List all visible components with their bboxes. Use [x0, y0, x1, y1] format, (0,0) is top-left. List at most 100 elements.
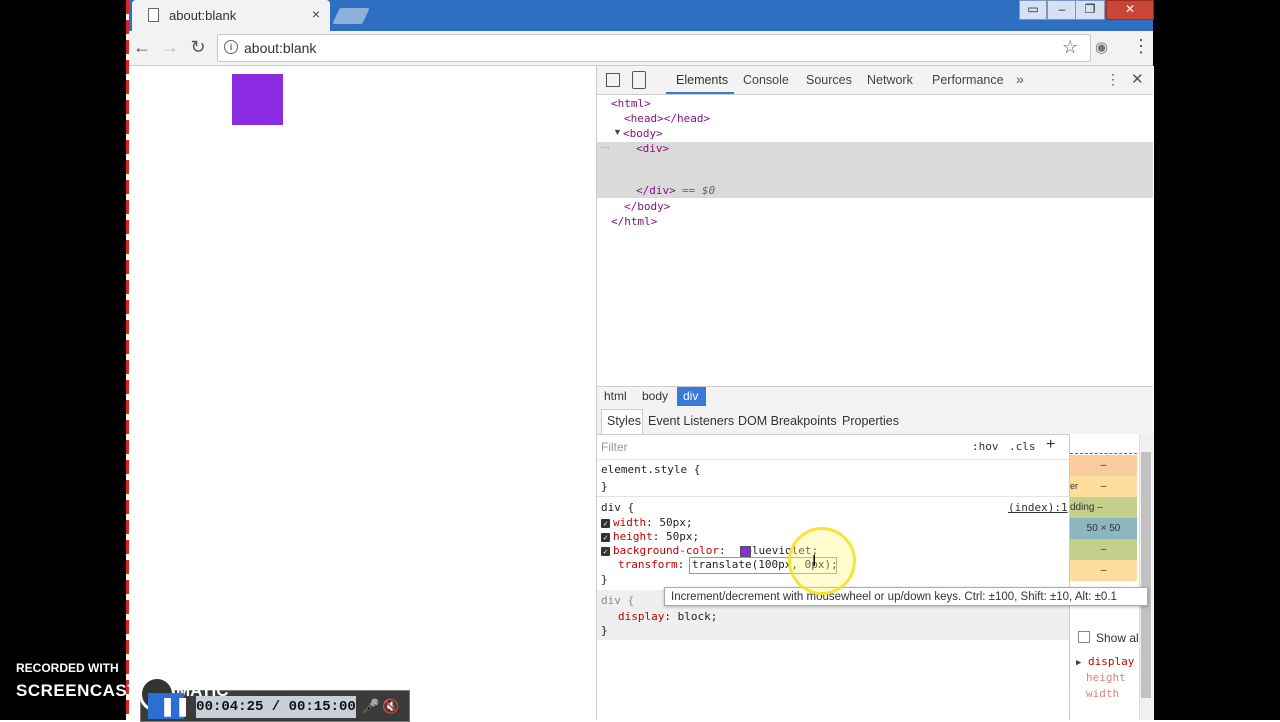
computed-display[interactable]: ▶ display	[1076, 655, 1134, 668]
show-all-checkbox[interactable]	[1078, 631, 1090, 643]
ua-rule-selector: div {	[601, 594, 635, 607]
devtools-menu-icon[interactable]: ⋮	[1106, 71, 1120, 88]
prop-checkbox[interactable]: ✓	[601, 533, 610, 542]
pause-icon[interactable]: ❚❚	[160, 696, 190, 717]
info-icon[interactable]: i	[224, 40, 238, 54]
show-all-label: Show al	[1096, 631, 1139, 645]
prop-name: display	[618, 610, 665, 623]
dom-html-open[interactable]: <html>	[611, 97, 651, 110]
devtools-close-icon[interactable]: ✕	[1131, 70, 1144, 88]
microphone-icon[interactable]: 🎤	[362, 698, 379, 715]
screencast-logo-text: SCREENCAST	[16, 681, 139, 700]
node-actions-ellipsis[interactable]: ···	[600, 142, 610, 153]
prop-name[interactable]: width	[613, 516, 646, 529]
forward-icon[interactable]: →	[159, 36, 181, 58]
dom-div-open[interactable]: <div>	[636, 142, 669, 155]
prop-name[interactable]: height	[613, 530, 653, 543]
prop-checkbox[interactable]: ✓	[601, 547, 610, 556]
tab-elements[interactable]: Elements	[676, 73, 728, 87]
box-model-border-label: er	[1070, 481, 1079, 491]
camera-icon[interactable]: ◉	[1095, 38, 1108, 56]
tooltip: Increment/decrement with mousewheel or u…	[664, 587, 1148, 606]
expand-triangle-icon[interactable]: ▶	[1076, 658, 1081, 668]
box-model-margin[interactable]: –	[1070, 455, 1137, 476]
reload-icon[interactable]: ↻	[187, 36, 209, 58]
tab-performance[interactable]: Performance	[932, 73, 1004, 87]
prop-name[interactable]: background-color	[613, 544, 719, 557]
prop-name[interactable]: transform	[618, 558, 678, 571]
box-model-border-bottom[interactable]: –	[1070, 560, 1137, 581]
url-text[interactable]: about:blank	[244, 40, 316, 56]
tab-close-icon[interactable]: ×	[312, 6, 320, 22]
window-close-button[interactable]: ✕	[1106, 0, 1154, 20]
tab-console[interactable]: Console	[743, 73, 789, 87]
new-rule-icon[interactable]: +	[1046, 436, 1055, 454]
prop-value[interactable]: 50px;	[659, 516, 692, 529]
selected-dom-node-highlight[interactable]	[597, 142, 1153, 198]
ua-prop-display: display: block;	[618, 610, 718, 623]
box-model-padding-bottom[interactable]: –	[1070, 539, 1137, 560]
browser-tab[interactable]: about:blank ×	[132, 0, 330, 31]
inspect-element-icon[interactable]	[606, 73, 620, 87]
tab-dom-breakpoints[interactable]: DOM Breakpoints	[738, 414, 837, 428]
breadcrumb-html[interactable]: html	[604, 389, 627, 403]
prop-value[interactable]: 50px;	[666, 530, 699, 543]
chrome-menu-icon[interactable]: ⋮	[1132, 36, 1150, 57]
left-black-border	[0, 0, 127, 720]
element-style-close: }	[601, 480, 608, 493]
window-minimize-button[interactable]: –	[1047, 0, 1077, 20]
computed-prop-name[interactable]: display	[1088, 655, 1134, 668]
text-cursor-icon: I	[812, 553, 817, 570]
div-rule-selector[interactable]: div {	[601, 501, 634, 514]
breadcrumb-body[interactable]: body	[642, 389, 668, 403]
tab-sources[interactable]: Sources	[806, 73, 852, 87]
box-model-padding[interactable]: dding –	[1070, 497, 1137, 518]
back-icon[interactable]: ←	[131, 36, 153, 58]
device-toolbar-icon[interactable]	[632, 71, 646, 89]
prop-value: block;	[677, 610, 718, 623]
styles-filter-input[interactable]: Filter	[601, 440, 628, 454]
selected-node-marker: == $0	[682, 184, 716, 197]
page-icon	[148, 8, 159, 22]
expand-triangle-icon[interactable]: ▼	[613, 127, 622, 137]
recorded-with-label: RECORDED WITH	[16, 661, 119, 675]
tab-properties[interactable]: Properties	[842, 414, 899, 428]
element-style-selector[interactable]: element.style {	[601, 463, 700, 476]
scrollbar-thumb[interactable]	[1141, 452, 1151, 698]
recording-timer: 00:04:25 / 00:15:00	[196, 696, 356, 718]
speaker-muted-icon[interactable]: 🔇	[382, 698, 399, 715]
active-tab-indicator	[666, 92, 734, 94]
dom-html-close[interactable]: </html>	[611, 215, 657, 228]
tab-event-listeners[interactable]: Event Listeners	[648, 414, 734, 428]
bookmark-star-icon[interactable]: ☆	[1062, 37, 1078, 58]
box-model-content[interactable]: 50 × 50	[1070, 518, 1137, 539]
hover-state-toggle[interactable]: :hov	[972, 440, 999, 453]
breadcrumb-div[interactable]: div	[683, 389, 698, 403]
style-prop-background-color[interactable]: ✓ background-color: blueviolet;	[601, 544, 818, 557]
style-prop-width[interactable]: ✓ width: 50px;	[601, 516, 693, 529]
computed-width[interactable]: width	[1086, 687, 1119, 700]
dom-div-close[interactable]: </div>	[636, 184, 676, 197]
div-rule-close: }	[601, 573, 608, 586]
tab-title: about:blank	[169, 8, 237, 23]
box-model-border[interactable]: er –	[1070, 476, 1137, 497]
tab-network[interactable]: Network	[867, 73, 913, 87]
color-swatch[interactable]	[740, 546, 751, 557]
window-restore-button[interactable]: ▭	[1019, 0, 1047, 20]
class-toggle[interactable]: .cls	[1009, 440, 1036, 453]
purple-div-box[interactable]	[232, 74, 283, 125]
dom-body-close[interactable]: </body>	[624, 200, 670, 213]
dom-head[interactable]: <head></head>	[624, 112, 710, 125]
divider	[597, 496, 1069, 497]
more-tabs-icon[interactable]: »	[1016, 71, 1024, 87]
dom-body-open[interactable]: <body>	[623, 127, 663, 140]
style-prop-transform[interactable]: transform:	[618, 558, 684, 571]
computed-height[interactable]: height	[1086, 671, 1126, 684]
prop-checkbox[interactable]: ✓	[601, 519, 610, 528]
page-viewport	[129, 66, 596, 720]
address-bar[interactable]	[217, 34, 1091, 62]
window-maximize-button[interactable]: ❐	[1075, 0, 1105, 20]
rule-source-link[interactable]: (index):1	[1008, 501, 1068, 514]
tab-styles[interactable]: Styles	[607, 414, 641, 428]
style-prop-height[interactable]: ✓ height: 50px;	[601, 530, 699, 543]
